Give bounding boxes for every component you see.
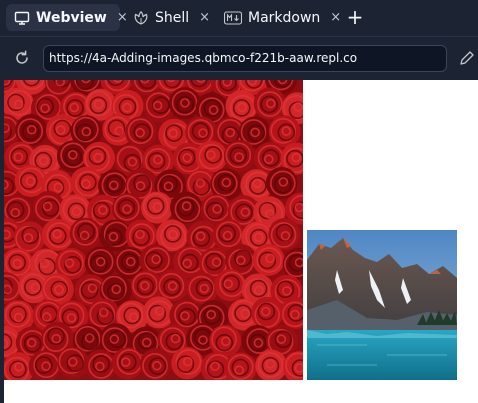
tab-markdown-label: Markdown (248, 9, 321, 26)
tab-shell[interactable]: Shell × (133, 4, 213, 31)
tab-markdown[interactable]: Markdown × (224, 4, 344, 31)
red-roses-image (4, 80, 303, 380)
add-tab-button[interactable]: + (345, 7, 365, 27)
close-icon[interactable]: × (199, 10, 210, 25)
webview-content (4, 80, 478, 403)
address-bar: https://4a-Adding-images.qbmco-f221b-aaw… (0, 36, 478, 80)
monitor-icon (14, 10, 30, 26)
edit-icon[interactable] (458, 49, 476, 67)
mountain-lake-image (307, 230, 457, 380)
url-input[interactable]: https://4a-Adding-images.qbmco-f221b-aaw… (43, 45, 447, 72)
tab-webview-label: Webview (36, 9, 107, 26)
tab-webview[interactable]: Webview × (6, 4, 128, 31)
reload-icon[interactable] (13, 49, 31, 67)
tab-shell-label: Shell (155, 9, 190, 26)
shell-icon (133, 10, 149, 26)
close-icon[interactable]: × (117, 10, 128, 25)
close-icon[interactable]: × (330, 10, 341, 25)
page-background (4, 380, 478, 403)
tab-bar: Webview × Shell × Markdown × + (0, 0, 478, 36)
markdown-icon (224, 10, 242, 26)
